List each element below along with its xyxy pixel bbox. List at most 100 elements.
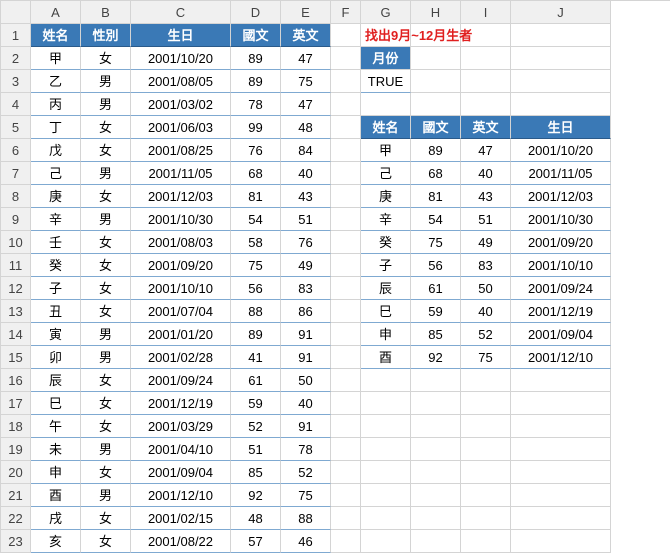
cell-F8[interactable] (331, 185, 361, 208)
cell-G2[interactable]: 月份 (361, 47, 411, 70)
cell-D7[interactable]: 68 (231, 162, 281, 185)
cell-B11[interactable]: 女 (81, 254, 131, 277)
cell-E5[interactable]: 48 (281, 116, 331, 139)
cell-E1[interactable]: 英文 (281, 24, 331, 47)
cell-D8[interactable]: 81 (231, 185, 281, 208)
cell-C21[interactable]: 2001/12/10 (131, 484, 231, 507)
cell-I14[interactable]: 52 (461, 323, 511, 346)
cell-D6[interactable]: 76 (231, 139, 281, 162)
cell-A5[interactable]: 丁 (31, 116, 81, 139)
cell-G10[interactable]: 癸 (361, 231, 411, 254)
cell-C1[interactable]: 生日 (131, 24, 231, 47)
cell-J1[interactable] (511, 24, 611, 47)
cell-D9[interactable]: 54 (231, 208, 281, 231)
cell-J20[interactable] (511, 461, 611, 484)
cell-E8[interactable]: 43 (281, 185, 331, 208)
row-header-1[interactable]: 1 (1, 24, 31, 47)
cell-H7[interactable]: 68 (411, 162, 461, 185)
cell-I21[interactable] (461, 484, 511, 507)
cell-D23[interactable]: 57 (231, 530, 281, 553)
cell-E10[interactable]: 76 (281, 231, 331, 254)
cell-C18[interactable]: 2001/03/29 (131, 415, 231, 438)
cell-C6[interactable]: 2001/08/25 (131, 139, 231, 162)
row-header-2[interactable]: 2 (1, 47, 31, 70)
cell-A23[interactable]: 亥 (31, 530, 81, 553)
cell-F1[interactable] (331, 24, 361, 47)
cell-C15[interactable]: 2001/02/28 (131, 346, 231, 369)
row-header-21[interactable]: 21 (1, 484, 31, 507)
cell-C10[interactable]: 2001/08/03 (131, 231, 231, 254)
cell-J14[interactable]: 2001/09/04 (511, 323, 611, 346)
cell-B6[interactable]: 女 (81, 139, 131, 162)
row-header-8[interactable]: 8 (1, 185, 31, 208)
cell-J3[interactable] (511, 70, 611, 93)
cell-J23[interactable] (511, 530, 611, 553)
cell-B7[interactable]: 男 (81, 162, 131, 185)
cell-B12[interactable]: 女 (81, 277, 131, 300)
cell-E15[interactable]: 91 (281, 346, 331, 369)
cell-B22[interactable]: 女 (81, 507, 131, 530)
cell-F5[interactable] (331, 116, 361, 139)
cell-D13[interactable]: 88 (231, 300, 281, 323)
cell-B15[interactable]: 男 (81, 346, 131, 369)
col-header-B[interactable]: B (81, 1, 131, 24)
cell-A22[interactable]: 戌 (31, 507, 81, 530)
cell-I13[interactable]: 40 (461, 300, 511, 323)
cell-J4[interactable] (511, 93, 611, 116)
row-header-11[interactable]: 11 (1, 254, 31, 277)
row-header-4[interactable]: 4 (1, 93, 31, 116)
cell-I15[interactable]: 75 (461, 346, 511, 369)
cell-C9[interactable]: 2001/10/30 (131, 208, 231, 231)
cell-F22[interactable] (331, 507, 361, 530)
cell-G5[interactable]: 姓名 (361, 116, 411, 139)
cell-C4[interactable]: 2001/03/02 (131, 93, 231, 116)
cell-H22[interactable] (411, 507, 461, 530)
cell-I6[interactable]: 47 (461, 139, 511, 162)
cell-I2[interactable] (461, 47, 511, 70)
cell-J10[interactable]: 2001/09/20 (511, 231, 611, 254)
cell-H2[interactable] (411, 47, 461, 70)
cell-G11[interactable]: 子 (361, 254, 411, 277)
cell-H4[interactable] (411, 93, 461, 116)
col-header-F[interactable]: F (331, 1, 361, 24)
cell-G1[interactable]: 找出9月~12月生者 (361, 24, 411, 47)
corner-cell[interactable] (1, 1, 31, 24)
cell-C12[interactable]: 2001/10/10 (131, 277, 231, 300)
cell-G17[interactable] (361, 392, 411, 415)
cell-A4[interactable]: 丙 (31, 93, 81, 116)
cell-E6[interactable]: 84 (281, 139, 331, 162)
cell-I23[interactable] (461, 530, 511, 553)
col-header-C[interactable]: C (131, 1, 231, 24)
cell-D21[interactable]: 92 (231, 484, 281, 507)
cell-A7[interactable]: 己 (31, 162, 81, 185)
cell-J5[interactable]: 生日 (511, 116, 611, 139)
cell-H8[interactable]: 81 (411, 185, 461, 208)
cell-D3[interactable]: 89 (231, 70, 281, 93)
cell-G3[interactable]: TRUE (361, 70, 411, 93)
cell-D14[interactable]: 89 (231, 323, 281, 346)
cell-G14[interactable]: 申 (361, 323, 411, 346)
cell-I3[interactable] (461, 70, 511, 93)
cell-E16[interactable]: 50 (281, 369, 331, 392)
row-header-5[interactable]: 5 (1, 116, 31, 139)
cell-J18[interactable] (511, 415, 611, 438)
cell-A13[interactable]: 丑 (31, 300, 81, 323)
cell-A15[interactable]: 卯 (31, 346, 81, 369)
row-header-9[interactable]: 9 (1, 208, 31, 231)
row-header-12[interactable]: 12 (1, 277, 31, 300)
cell-D5[interactable]: 99 (231, 116, 281, 139)
cell-D18[interactable]: 52 (231, 415, 281, 438)
cell-E22[interactable]: 88 (281, 507, 331, 530)
cell-D2[interactable]: 89 (231, 47, 281, 70)
cell-B3[interactable]: 男 (81, 70, 131, 93)
cell-I9[interactable]: 51 (461, 208, 511, 231)
cell-I5[interactable]: 英文 (461, 116, 511, 139)
cell-G13[interactable]: 巳 (361, 300, 411, 323)
cell-F15[interactable] (331, 346, 361, 369)
cell-H6[interactable]: 89 (411, 139, 461, 162)
cell-E14[interactable]: 91 (281, 323, 331, 346)
cell-I18[interactable] (461, 415, 511, 438)
cell-H11[interactable]: 56 (411, 254, 461, 277)
cell-C20[interactable]: 2001/09/04 (131, 461, 231, 484)
cell-J22[interactable] (511, 507, 611, 530)
